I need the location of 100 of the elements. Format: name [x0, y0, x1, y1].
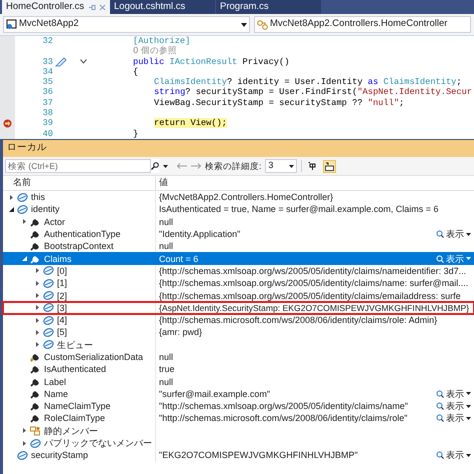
variable-value: {amr: pwd} [159, 326, 202, 338]
variable-row[interactable]: [1] {http://schemas.xmlsoap.org/ws/2005/05/identity/claims/name: surfer@mail.... [3, 277, 474, 290]
wrench-icon [30, 388, 41, 399]
project-dropdown[interactable]: MvcNet8App2 [3, 16, 250, 33]
variable-value: Count = 6 [159, 252, 198, 265]
variable-row[interactable]: Actor null [3, 216, 474, 228]
variable-row[interactable]: this {MvcNet8App2.Controllers.HomeController} [3, 191, 474, 204]
object-icon [43, 316, 54, 325]
expanded-arrow-icon[interactable] [8, 206, 14, 212]
dropdown-caret-icon[interactable] [163, 164, 168, 168]
visualizer-button[interactable]: 表示 [436, 228, 471, 240]
variable-name: Name [44, 388, 68, 400]
object-icon [17, 192, 28, 202]
collapse-chevron-icon[interactable] [80, 59, 86, 64]
wrench-icon [30, 413, 41, 424]
line-number: 33 [42, 56, 53, 67]
variable-name: this [31, 191, 46, 204]
dropdown-caret-icon [466, 404, 471, 408]
collapsed-arrow-icon[interactable] [34, 342, 40, 348]
code-line: ClaimsIdentity? identity = User.Identity as ClaimsIdentity; [154, 77, 462, 88]
dropdown-caret-icon [466, 232, 471, 236]
search-depth-dropdown[interactable]: 3 [265, 159, 298, 173]
variable-value: {AspNet.Identity.SecurityStamp: EKG2O7COMISPEWJVGMKGHFINHLVHJBMP} [159, 302, 470, 314]
collapsed-arrow-icon[interactable] [34, 268, 40, 274]
variable-value: true [159, 363, 175, 376]
variable-row[interactable]: [3] {AspNet.Identity.SecurityStamp: EKG2O7COMISPEWJVGMKGHFINHLVHJBMP} [3, 302, 474, 314]
variable-name: AuthenticationType [44, 228, 121, 240]
variable-row[interactable]: Name "surfer@mail.example.com" 表示 [3, 388, 474, 400]
variable-row[interactable]: NameClaimType "http://schemas.xmlsoap.org/ws/2005/05/identity/claims/name" 表示 [3, 400, 474, 412]
collapsed-arrow-icon[interactable] [34, 305, 40, 310]
dropdown-caret-icon [289, 164, 294, 168]
variable-name: 静的メンバー [44, 424, 98, 437]
search-field[interactable]: 検索 (Ctrl+E) [5, 159, 151, 173]
variable-value: "http://schemas.xmlsoap.org/ws/2005/05/identity/claims/name" [159, 400, 408, 412]
line-number: 39 [42, 118, 53, 128]
collapsed-arrow-icon[interactable] [22, 428, 26, 434]
variable-name: パブリックでないメンバー [44, 437, 152, 450]
dropdown-caret-icon [466, 454, 471, 457]
variable-name: [5] [57, 326, 68, 338]
code-line: } [133, 128, 138, 139]
collapsed-arrow-icon[interactable] [34, 330, 40, 335]
variable-row[interactable]: Claims Count = 6 表示 [3, 252, 474, 265]
variable-row[interactable]: 静的メンバー [3, 424, 474, 437]
collapsed-arrow-icon[interactable] [22, 440, 26, 446]
class-dropdown[interactable]: MvcNet8App2.Controllers.HomeController [254, 16, 471, 33]
visualizer-button[interactable]: 表示 [436, 449, 471, 462]
file-tab[interactable]: Program.cs [216, 0, 321, 14]
variable-row[interactable]: securityStamp "EKG2O7COMISPEWJVGMKGHFINHLVHJBMP" 表示 [3, 449, 474, 462]
visualizer-button[interactable]: 表示 [436, 400, 471, 412]
search-icon[interactable] [151, 162, 159, 170]
object-icon [17, 204, 28, 214]
object-icon [17, 450, 28, 460]
wrench-icon [30, 352, 41, 362]
variable-name: Claims [44, 252, 72, 265]
reference-count[interactable]: 0 個の参照 [133, 46, 178, 57]
variable-row[interactable]: パブリックでないメンバー [3, 436, 474, 450]
wrench-icon [30, 364, 41, 374]
variable-row[interactable]: [2] {http://schemas.xmlsoap.org/ws/2005/05/identity/claims/emailaddress: surfe [3, 289, 474, 302]
variable-row[interactable]: identity IsAuthenticated = true, Name = surfer@mail.example.com, Claims = 6 [3, 203, 474, 216]
format-toggle[interactable] [323, 160, 336, 172]
file-tab[interactable]: Logout.cshtml.cs [110, 0, 215, 14]
variable-row[interactable]: RoleClaimType "http://schemas.microsoft.com/ws/2008/06/identity/claims/role" 表示 [3, 412, 474, 425]
collapsed-arrow-icon[interactable] [22, 219, 26, 224]
variable-row[interactable]: [4] {http://schemas.microsoft.com/ws/2008/06/identity/claims/role: Admin} [3, 314, 474, 326]
variable-row[interactable]: [0] {http://schemas.xmlsoap.org/ws/2005/05/identity/claims/nameidentifier: 3d7... [3, 264, 474, 278]
variable-row[interactable]: AuthenticationType "Identity.Application" 表示 [3, 228, 474, 240]
variable-row[interactable]: 生ビュー [3, 338, 474, 351]
line-number: 34 [42, 66, 53, 77]
variable-row[interactable]: IsAuthenticated true [3, 363, 474, 376]
variable-value: {http://schemas.xmlsoap.org/ws/2005/05/identity/claims/emailaddress: surfe [159, 290, 461, 302]
object-icon [43, 340, 54, 350]
dropdown-caret-icon [466, 257, 471, 260]
visualizer-button[interactable]: 表示 [436, 252, 471, 265]
visualizer-button[interactable]: 表示 [436, 388, 471, 400]
line-number: 40 [42, 128, 53, 139]
variable-value: {http://schemas.xmlsoap.org/ws/2005/05/identity/claims/nameidentifier: 3d7... [159, 264, 466, 277]
variable-name: [1] [57, 277, 68, 290]
column-header[interactable]: 名前 [3, 176, 156, 190]
collapsed-arrow-icon[interactable] [8, 194, 14, 200]
breakpoint-icon[interactable] [3, 119, 12, 128]
variable-name: identity [31, 203, 60, 216]
wrench-icon [30, 241, 41, 252]
collapsed-arrow-icon[interactable] [34, 293, 40, 298]
variable-row[interactable]: CustomSerializationData null [3, 350, 474, 364]
collapsed-arrow-icon[interactable] [34, 280, 40, 286]
visualizer-button[interactable]: 表示 [436, 412, 471, 424]
variable-name: BootstrapContext [44, 240, 114, 252]
variable-row[interactable]: Label null [3, 375, 474, 388]
variable-name: RoleClaimType [44, 412, 106, 424]
code-line: { [133, 66, 138, 78]
dropdown-caret-icon [241, 22, 247, 26]
variable-value: "Identity.Application" [159, 228, 240, 240]
breakpoint-margin[interactable] [0, 36, 15, 139]
line-number: 32 [42, 36, 53, 46]
object-icon [43, 266, 54, 276]
magnifier-icon [436, 451, 444, 460]
collapsed-arrow-icon[interactable] [34, 318, 40, 323]
variable-value: {http://schemas.microsoft.com/ws/2008/06/identity/claims/role: Admin} [159, 314, 438, 326]
column-header[interactable]: 値 [156, 176, 474, 190]
variable-row[interactable]: [5] {amr: pwd} [3, 326, 474, 339]
